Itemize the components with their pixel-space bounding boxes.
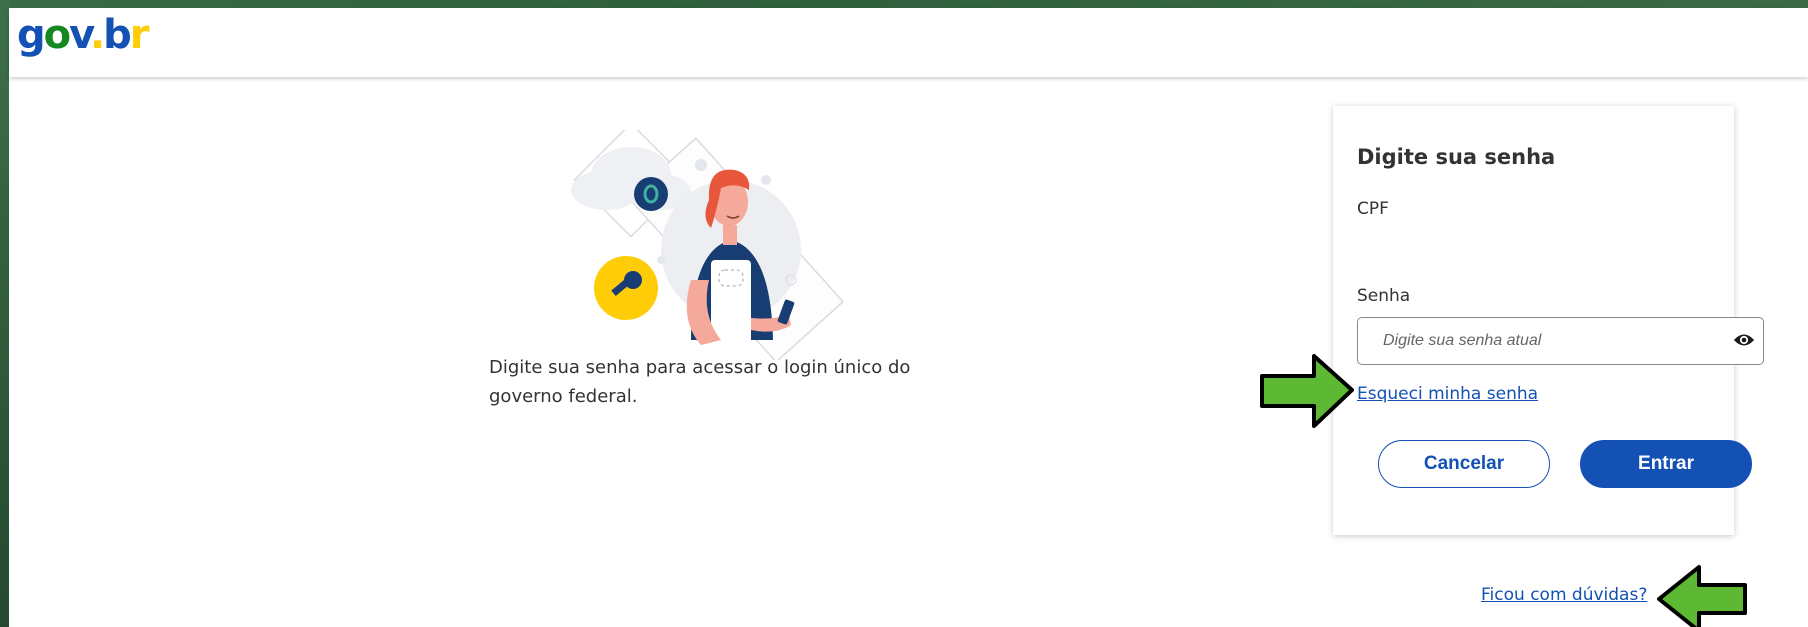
help-link[interactable]: Ficou com dúvidas? <box>1481 585 1647 605</box>
key-badge-icon <box>594 256 658 320</box>
cancel-button[interactable]: Cancelar <box>1378 440 1550 488</box>
login-illustration <box>571 130 845 360</box>
annotation-arrow-icon <box>1657 565 1747 627</box>
page: gov.br Digite sua senha para acessar o l… <box>9 8 1808 627</box>
header: gov.br <box>9 8 1808 77</box>
eye-icon[interactable] <box>1733 331 1755 349</box>
govbr-logo[interactable]: gov.br <box>17 12 149 58</box>
window-frame-left <box>0 0 9 627</box>
lock-badge-icon <box>634 177 668 211</box>
cpf-label: CPF <box>1357 199 1389 219</box>
password-label: Senha <box>1357 286 1411 306</box>
enter-button[interactable]: Entrar <box>1580 440 1752 488</box>
forgot-password-link[interactable]: Esqueci minha senha <box>1357 384 1538 404</box>
card-title: Digite sua senha <box>1357 145 1556 169</box>
annotation-arrow-icon <box>1260 354 1354 428</box>
login-card: Digite sua senha CPF Senha Esqueci minha… <box>1333 106 1764 535</box>
intro-text: Digite sua senha para acessar o login ún… <box>489 357 911 407</box>
password-field[interactable] <box>1357 317 1764 365</box>
password-input[interactable] <box>1359 319 1709 363</box>
window-frame-top <box>0 0 1808 8</box>
